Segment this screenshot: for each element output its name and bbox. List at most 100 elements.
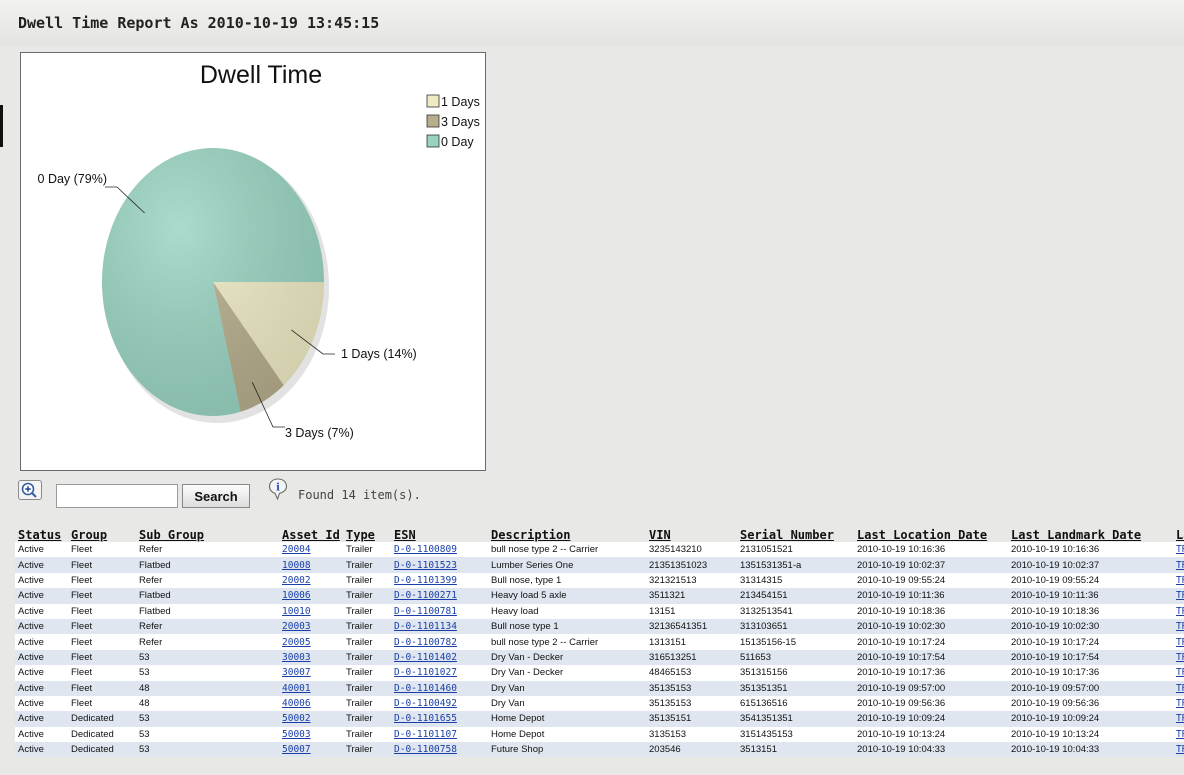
cell-landmark[interactable]: TRM_002 — [1173, 557, 1184, 573]
cell-last-location-date: 2010-10-19 10:16:36 — [854, 542, 1008, 558]
table-row[interactable]: Active Fleet Flatbed 10008 Trailer D-0-110152… — [15, 557, 1184, 573]
cell-last-location-date: 2010-10-19 09:56:36 — [854, 695, 1008, 712]
column-header-type[interactable]: Type — [343, 527, 391, 542]
cell-group: Fleet — [68, 680, 136, 696]
cell-landmark[interactable]: TRM_001 — [1173, 726, 1184, 743]
cell-asset-id[interactable]: 10008 — [279, 557, 343, 573]
cell-landmark[interactable]: TRM_001 — [1173, 618, 1184, 635]
cell-esn[interactable]: D-0-1101027 — [391, 665, 488, 681]
column-header-esn[interactable]: ESN — [391, 527, 488, 542]
column-header-serial-number[interactable]: Serial Number — [737, 527, 854, 542]
assets-table: Status Group Sub Group Asset Id Type ESN Descr… — [15, 527, 1184, 758]
table-row[interactable]: Active Fleet Refer 20003 Trailer D-0-1101134 B… — [15, 618, 1184, 635]
cell-esn[interactable]: D-0-1100492 — [391, 695, 488, 712]
cell-esn[interactable]: D-0-1101399 — [391, 572, 488, 589]
cell-description: Lumber Series One — [488, 557, 646, 573]
cell-last-location-date: 2010-10-19 10:11:36 — [854, 588, 1008, 604]
cell-esn[interactable]: D-0-1101460 — [391, 680, 488, 696]
cell-asset-id[interactable]: 20002 — [279, 572, 343, 589]
column-header-asset-id[interactable]: Asset Id — [279, 527, 343, 542]
cell-serial-number: 313103651 — [737, 618, 854, 635]
cell-serial-number: 3513151 — [737, 742, 854, 758]
table-row[interactable]: Active Fleet 48 40006 Trailer D-0-1100492 Dry … — [15, 695, 1184, 712]
cell-asset-id[interactable]: 50003 — [279, 726, 343, 743]
column-header-sub-group[interactable]: Sub Group — [136, 527, 279, 542]
table-row[interactable]: Active Fleet Refer 20004 Trailer D-0-1100809 b… — [15, 542, 1184, 558]
cell-landmark[interactable]: TRM_003 — [1173, 649, 1184, 666]
cell-landmark[interactable]: TRM_001 — [1173, 603, 1184, 619]
zoom-in-button[interactable] — [18, 480, 42, 500]
table-row[interactable]: Active Fleet 53 30003 Trailer D-0-1101402 Dry … — [15, 649, 1184, 666]
cell-asset-id[interactable]: 10006 — [279, 588, 343, 604]
cell-last-landmark-date: 2010-10-19 10:02:30 — [1008, 618, 1173, 635]
table-row[interactable]: Active Fleet 53 30007 Trailer D-0-1101027 Dry … — [15, 665, 1184, 681]
column-header-last-location-date[interactable]: Last Location Date — [854, 527, 1008, 542]
cell-asset-id[interactable]: 30007 — [279, 665, 343, 681]
cell-esn[interactable]: D-0-1100809 — [391, 542, 488, 558]
cell-esn[interactable]: D-0-1101134 — [391, 618, 488, 635]
cell-landmark[interactable]: TRM_001 — [1173, 542, 1184, 558]
cell-type: Trailer — [343, 695, 391, 712]
cell-asset-id[interactable]: 30003 — [279, 649, 343, 666]
cell-last-landmark-date: 2010-10-19 09:55:24 — [1008, 572, 1173, 589]
cell-last-landmark-date: 2010-10-19 10:17:54 — [1008, 649, 1173, 666]
search-button[interactable]: Search — [182, 484, 250, 508]
cell-status: Active — [15, 711, 68, 727]
cell-sub-group: 53 — [136, 665, 279, 681]
cell-landmark[interactable]: TRM_001 — [1173, 680, 1184, 696]
search-input[interactable] — [56, 484, 178, 508]
cell-sub-group: Flatbed — [136, 557, 279, 573]
cell-asset-id[interactable]: 40001 — [279, 680, 343, 696]
pie-slice-label: 3 Days (7%) — [285, 426, 354, 440]
cell-esn[interactable]: D-0-1101402 — [391, 649, 488, 666]
cell-sub-group: Flatbed — [136, 603, 279, 619]
cell-type: Trailer — [343, 572, 391, 589]
table-row[interactable]: Active Fleet 48 40001 Trailer D-0-1101460 Dry … — [15, 680, 1184, 696]
cell-landmark[interactable]: TRM_001 — [1173, 711, 1184, 727]
cell-asset-id[interactable]: 20005 — [279, 634, 343, 650]
cell-asset-id[interactable]: 20003 — [279, 618, 343, 635]
table-row[interactable]: Active Dedicated 53 50007 Trailer D-0-1100758… — [15, 742, 1184, 758]
table-row[interactable]: Active Fleet Refer 20005 Trailer D-0-1100782 b… — [15, 634, 1184, 650]
cell-landmark[interactable]: TRM_002 — [1173, 695, 1184, 712]
table-row[interactable]: Active Dedicated 53 50003 Trailer D-0-1101107… — [15, 726, 1184, 743]
cell-sub-group: 53 — [136, 742, 279, 758]
cell-type: Trailer — [343, 618, 391, 635]
cell-last-landmark-date: 2010-10-19 10:13:24 — [1008, 726, 1173, 743]
table-row[interactable]: Active Fleet Refer 20002 Trailer D-0-1101399 B… — [15, 572, 1184, 589]
table-row[interactable]: Active Dedicated 53 50002 Trailer D-0-1101655… — [15, 711, 1184, 727]
legend-label: 1 Days — [441, 95, 480, 109]
column-header-group[interactable]: Group — [68, 527, 136, 542]
cell-asset-id[interactable]: 50007 — [279, 742, 343, 758]
column-header-status[interactable]: Status — [15, 527, 68, 542]
cell-esn[interactable]: D-0-1100758 — [391, 742, 488, 758]
cell-esn[interactable]: D-0-1101655 — [391, 711, 488, 727]
cell-esn[interactable]: D-0-1101107 — [391, 726, 488, 743]
table-row[interactable]: Active Fleet Flatbed 10006 Trailer D-0-110027… — [15, 588, 1184, 604]
cell-landmark[interactable]: TRM_001 — [1173, 665, 1184, 681]
column-header-description[interactable]: Description — [488, 527, 646, 542]
chart-legend: 1 Days 3 Days 0 Day — [426, 94, 480, 149]
column-header-landmark[interactable]: Landmark — [1173, 527, 1184, 542]
cell-group: Dedicated — [68, 726, 136, 743]
cell-asset-id[interactable]: 50002 — [279, 711, 343, 727]
column-header-last-landmark-date[interactable]: Last Landmark Date — [1008, 527, 1173, 542]
cell-landmark[interactable]: TRM_001 — [1173, 742, 1184, 758]
cell-landmark[interactable]: TRM_001 — [1173, 634, 1184, 650]
cell-asset-id[interactable]: 10010 — [279, 603, 343, 619]
cell-asset-id[interactable]: 40006 — [279, 695, 343, 712]
cell-esn[interactable]: D-0-1100271 — [391, 588, 488, 604]
cell-landmark[interactable]: TRM_002 — [1173, 588, 1184, 604]
cell-landmark[interactable]: TRM_001 — [1173, 572, 1184, 589]
zoom-in-icon — [21, 482, 37, 498]
cell-type: Trailer — [343, 665, 391, 681]
table-row[interactable]: Active Fleet Flatbed 10010 Trailer D-0-110078… — [15, 603, 1184, 619]
cell-sub-group: 53 — [136, 726, 279, 743]
cell-esn[interactable]: D-0-1100782 — [391, 634, 488, 650]
cell-sub-group: Refer — [136, 572, 279, 589]
cell-serial-number: 511653 — [737, 649, 854, 666]
column-header-vin[interactable]: VIN — [646, 527, 737, 542]
cell-esn[interactable]: D-0-1101523 — [391, 557, 488, 573]
cell-esn[interactable]: D-0-1100781 — [391, 603, 488, 619]
cell-asset-id[interactable]: 20004 — [279, 542, 343, 558]
